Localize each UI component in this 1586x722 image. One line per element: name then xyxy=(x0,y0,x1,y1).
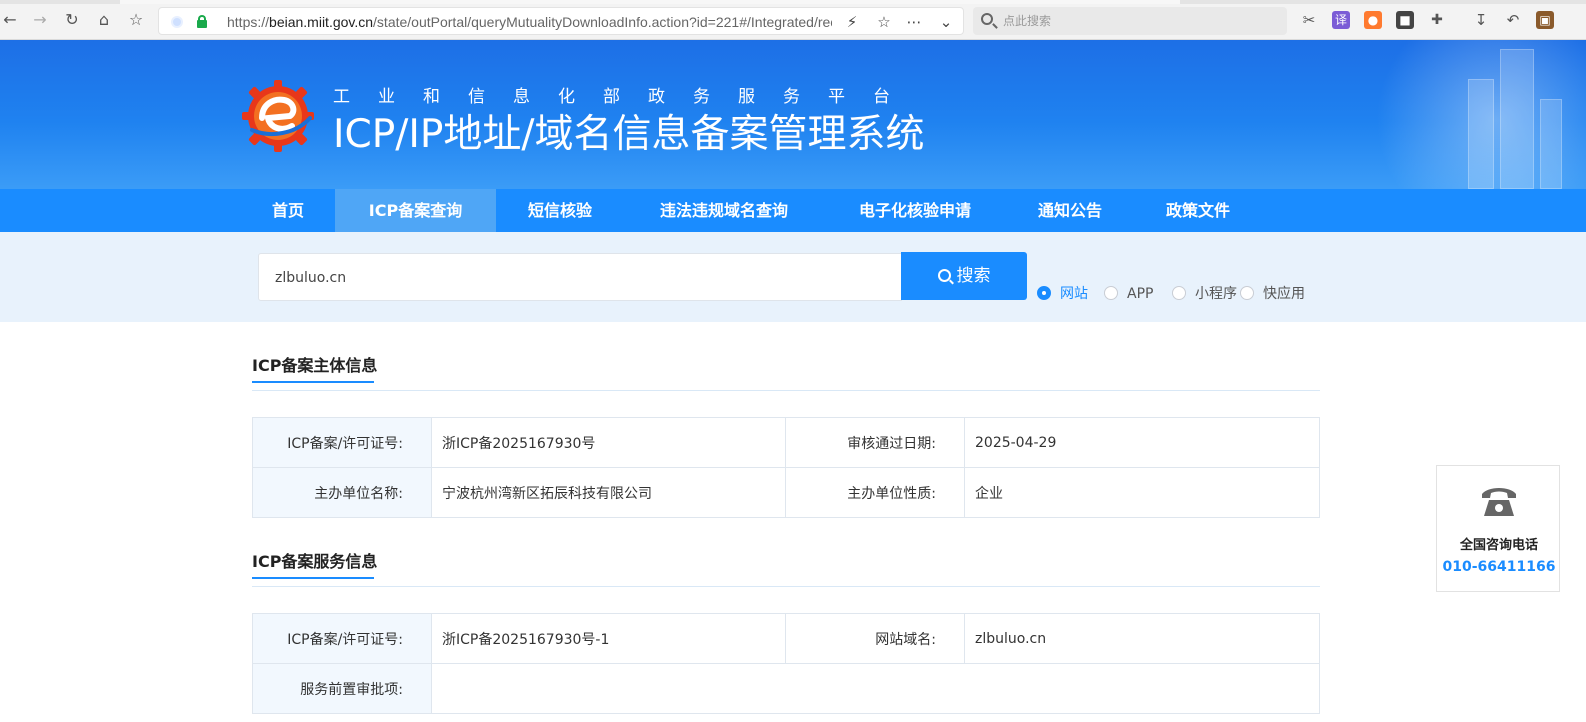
download-icon[interactable]: ↧ xyxy=(1472,11,1490,29)
lightning-icon[interactable]: ⚡ xyxy=(843,13,861,31)
more-icon[interactable]: ⋯ xyxy=(905,13,923,31)
favorites-icon[interactable]: ☆ xyxy=(126,10,146,30)
nav-item-e-verify-apply[interactable]: 电子化核验申请 xyxy=(834,189,996,232)
back-icon[interactable]: ← xyxy=(0,10,20,30)
nav-item-icp-query[interactable]: ICP备案查询 xyxy=(335,189,496,232)
star-icon[interactable]: ☆ xyxy=(875,13,893,31)
contact-card: 全国咨询电话 010-66411166 xyxy=(1436,465,1560,592)
section-divider xyxy=(252,390,1320,391)
contact-phone: 010-66411166 xyxy=(1442,559,1556,575)
radio-circle[interactable] xyxy=(1037,286,1051,300)
radio-website[interactable]: 网站 xyxy=(1037,284,1097,304)
field-value xyxy=(431,663,1320,714)
extension-icon[interactable]: ✚ xyxy=(1428,11,1446,29)
tab-strip xyxy=(0,0,1586,4)
search-button[interactable]: 搜索 xyxy=(901,252,1027,300)
nav-item-policy-docs[interactable]: 政策文件 xyxy=(1144,189,1252,232)
radio-label: 小程序 xyxy=(1195,286,1237,302)
undo-icon[interactable]: ↶ xyxy=(1504,11,1522,29)
banner-subtitle: 工业和信息化部政务服务平台 xyxy=(333,87,918,107)
radio-label: 网站 xyxy=(1060,286,1088,302)
radio-circle[interactable] xyxy=(1172,286,1186,300)
reader-icon[interactable]: ■ xyxy=(1396,11,1414,29)
section-underline xyxy=(252,577,374,579)
radio-label: 快应用 xyxy=(1263,286,1305,302)
game-icon[interactable]: ● xyxy=(1364,11,1382,29)
page-title: ICP/IP地址/域名信息备案管理系统 xyxy=(333,112,925,157)
table-row: ICP备案/许可证号: 浙ICP备2025167930号 审核通过日期: 202… xyxy=(252,417,1320,468)
dropdown-icon[interactable]: ⌄ xyxy=(937,13,955,31)
table-row: 服务前置审批项: xyxy=(252,663,1320,714)
field-value: 浙ICP备2025167930号 xyxy=(431,417,786,468)
building-graphic xyxy=(1468,79,1494,189)
building-graphic xyxy=(1500,49,1534,189)
browser-search-placeholder: 点此搜索 xyxy=(1003,14,1052,28)
browser-toolbar: ← → ↻ ⌂ ☆ https://beian.miit.gov.cn/stat… xyxy=(0,0,1586,40)
field-label: ICP备案/许可证号: xyxy=(252,613,432,664)
translate-icon[interactable]: 译 xyxy=(1332,11,1350,29)
field-label: 审核通过日期: xyxy=(785,417,965,468)
search-input-value[interactable]: zlbuluo.cn xyxy=(275,269,346,287)
main-nav: 首页 ICP备案查询 短信核验 违法违规域名查询 电子化核验申请 通知公告 政策… xyxy=(0,189,1586,232)
contact-label: 全国咨询电话 xyxy=(1459,538,1538,553)
section-title-subject: ICP备案主体信息 xyxy=(252,356,378,375)
home-icon[interactable]: ⌂ xyxy=(94,10,114,30)
briefcase-icon[interactable]: ▣ xyxy=(1536,11,1554,29)
subject-info-table: ICP备案/许可证号: 浙ICP备2025167930号 审核通过日期: 202… xyxy=(252,417,1320,518)
field-label: 主办单位性质: xyxy=(785,467,965,518)
forward-icon[interactable]: → xyxy=(30,10,50,30)
reload-icon[interactable]: ↻ xyxy=(62,10,82,30)
nav-item-notices[interactable]: 通知公告 xyxy=(1016,189,1124,232)
url-text[interactable]: https://beian.miit.gov.cn/state/outPorta… xyxy=(227,13,832,31)
radio-quick-app[interactable]: 快应用 xyxy=(1240,284,1308,304)
nav-item-sms-verify[interactable]: 短信核验 xyxy=(505,189,615,232)
search-icon xyxy=(981,13,993,25)
address-bar[interactable]: https://beian.miit.gov.cn/state/outPorta… xyxy=(158,7,964,35)
field-label: ICP备案/许可证号: xyxy=(252,417,432,468)
telephone-icon xyxy=(1482,488,1516,516)
table-row: ICP备案/许可证号: 浙ICP备2025167930号-1 网站域名: zlb… xyxy=(252,613,1320,664)
field-value: zlbuluo.cn xyxy=(964,613,1320,664)
nav-item-home[interactable]: 首页 xyxy=(252,189,324,232)
radio-circle[interactable] xyxy=(1240,286,1254,300)
site-info-icon[interactable] xyxy=(171,16,183,28)
search-section: zlbuluo.cn 搜索 网站 APP 小程序 快应用 xyxy=(0,232,1586,322)
miit-logo-icon xyxy=(242,80,314,152)
section-title-service: ICP备案服务信息 xyxy=(252,552,378,571)
active-tab[interactable] xyxy=(120,0,1180,4)
field-value: 企业 xyxy=(964,467,1320,518)
field-label: 网站域名: xyxy=(785,613,965,664)
field-value: 2025-04-29 xyxy=(964,417,1320,468)
search-input[interactable]: zlbuluo.cn xyxy=(258,253,902,301)
search-icon xyxy=(937,269,951,282)
nav-item-illegal-domain-query[interactable]: 违法违规域名查询 xyxy=(634,189,814,232)
field-label: 服务前置审批项: xyxy=(252,663,432,714)
site-banner: 工业和信息化部政务服务平台 ICP/IP地址/域名信息备案管理系统 xyxy=(0,40,1586,189)
section-underline xyxy=(252,381,374,383)
table-row: 主办单位名称: 宁波杭州湾新区拓辰科技有限公司 主办单位性质: 企业 xyxy=(252,467,1320,518)
field-label: 主办单位名称: xyxy=(252,467,432,518)
radio-label: APP xyxy=(1127,286,1154,302)
browser-search-box[interactable]: 点此搜索 xyxy=(973,7,1287,35)
field-value: 浙ICP备2025167930号-1 xyxy=(431,613,786,664)
field-value: 宁波杭州湾新区拓辰科技有限公司 xyxy=(431,467,786,518)
building-graphic xyxy=(1540,99,1562,189)
radio-mini-program[interactable]: 小程序 xyxy=(1172,284,1238,304)
service-info-table: ICP备案/许可证号: 浙ICP备2025167930号-1 网站域名: zlb… xyxy=(252,613,1320,714)
lock-icon[interactable] xyxy=(197,15,207,28)
radio-app[interactable]: APP xyxy=(1104,284,1166,304)
section-divider xyxy=(252,586,1320,587)
search-button-label: 搜索 xyxy=(956,266,991,286)
radio-circle[interactable] xyxy=(1104,286,1118,300)
scissors-icon[interactable]: ✂ xyxy=(1300,11,1318,29)
